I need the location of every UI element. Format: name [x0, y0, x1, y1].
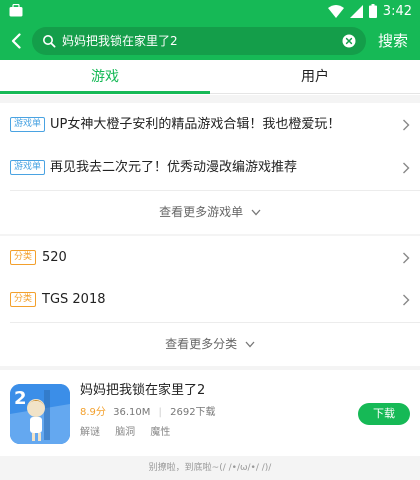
- search-button[interactable]: 搜索: [378, 30, 408, 52]
- chevron-down-icon: [245, 341, 255, 348]
- status-bar: 3:42: [0, 0, 420, 22]
- category-title: TGS 2018: [42, 292, 106, 307]
- tab-bar: 游戏 用户: [0, 60, 420, 94]
- status-time: 3:42: [382, 3, 412, 19]
- category-badge: 分类: [10, 292, 37, 307]
- category-item[interactable]: 分类 520: [0, 236, 420, 280]
- game-list-badge: 游戏单: [10, 160, 46, 175]
- chevron-right-icon: [403, 252, 410, 264]
- game-size: 36.10M: [113, 407, 151, 418]
- more-game-lists-label: 查看更多游戏单: [159, 205, 244, 219]
- more-game-lists-link[interactable]: 查看更多游戏单: [0, 190, 420, 234]
- game-icon-number: 2: [14, 388, 27, 409]
- game-app-icon[interactable]: 2: [10, 384, 70, 444]
- tab-users[interactable]: 用户: [210, 60, 420, 94]
- game-list-title: 再见我去二次元了！优秀动漫改编游戏推荐: [50, 160, 298, 175]
- tab-games[interactable]: 游戏: [0, 60, 210, 94]
- wifi-icon: [327, 4, 344, 18]
- signal-icon: [349, 4, 363, 18]
- active-tab-indicator: [0, 91, 210, 94]
- chevron-right-icon: [403, 119, 410, 131]
- chevron-right-icon: [403, 162, 410, 174]
- game-result-card[interactable]: 2 妈妈把我锁在家里了2 8.9分 36.10M | 2692下载 解谜 脑洞 …: [0, 370, 420, 456]
- game-score: 8.9分: [80, 407, 106, 418]
- game-tag: 解谜: [80, 427, 100, 438]
- more-categories-label: 查看更多分类: [165, 337, 238, 351]
- search-icon: [43, 35, 56, 48]
- end-of-list-text: 别撩啦，到底啦~(/ /•/ω/•/ /)/: [0, 456, 420, 480]
- category-item[interactable]: 分类 TGS 2018: [0, 278, 420, 322]
- category-badge: 分类: [10, 250, 37, 265]
- game-tag: 脑洞: [115, 427, 136, 438]
- game-title: 妈妈把我锁在家里了2: [80, 383, 206, 398]
- game-list-item[interactable]: 游戏单 再见我去二次元了！优秀动漫改编游戏推荐: [0, 146, 420, 190]
- more-categories-link[interactable]: 查看更多分类: [0, 322, 420, 366]
- category-title: 520: [42, 250, 67, 265]
- notification-icon: [9, 4, 23, 17]
- battery-icon: [368, 4, 377, 18]
- download-button[interactable]: 下载: [358, 403, 410, 425]
- meta-separator: |: [158, 407, 162, 418]
- status-icons: 3:42: [327, 2, 412, 20]
- search-input[interactable]: 妈妈把我锁在家里了2: [32, 27, 366, 55]
- search-query: 妈妈把我锁在家里了2: [62, 34, 178, 48]
- game-meta: 8.9分 36.10M | 2692下载: [80, 406, 216, 420]
- search-toolbar: 妈妈把我锁在家里了2 搜索: [0, 22, 420, 60]
- chevron-right-icon: [403, 294, 410, 306]
- chevron-down-icon: [251, 209, 261, 216]
- game-downloads: 2692下载: [170, 407, 216, 418]
- back-button[interactable]: [6, 28, 26, 54]
- game-list-item[interactable]: 游戏单 UP女神大橙子安利的精品游戏合辑！我也橙爱玩！: [0, 103, 420, 147]
- game-tags: 解谜 脑洞 魔性: [80, 426, 182, 440]
- section-gap: [0, 95, 420, 103]
- game-list-title: UP女神大橙子安利的精品游戏合辑！我也橙爱玩！: [50, 117, 341, 132]
- game-tag: 魔性: [150, 427, 171, 438]
- back-arrow-icon: [11, 33, 21, 49]
- game-list-badge: 游戏单: [10, 117, 46, 132]
- game-icon-art: 2: [10, 384, 70, 444]
- clear-icon[interactable]: [342, 34, 356, 48]
